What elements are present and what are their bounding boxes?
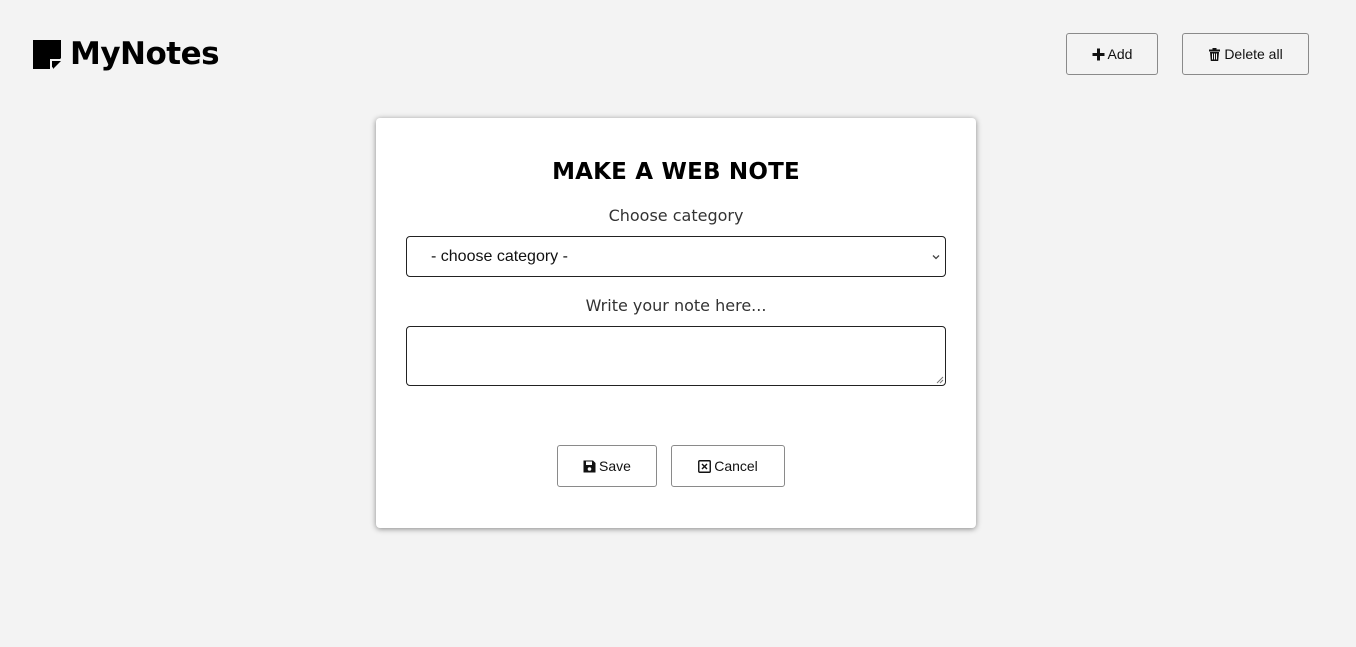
category-label: Choose category	[608, 206, 744, 225]
app-header: MyNotes Add Delete all	[0, 0, 1356, 100]
delete-all-button[interactable]: Delete all	[1182, 33, 1309, 75]
form-title: MAKE A WEB NOTE	[552, 159, 800, 185]
cancel-button[interactable]: Cancel	[671, 445, 785, 487]
chevron-down-icon	[932, 255, 940, 260]
note-textarea[interactable]	[406, 326, 946, 386]
add-button[interactable]: Add	[1066, 33, 1158, 75]
cancel-button-label: Cancel	[714, 458, 758, 474]
category-select-value: - choose category -	[431, 247, 568, 265]
trash-icon	[1209, 47, 1221, 61]
note-label: Write your note here...	[585, 296, 767, 315]
floppy-disk-icon	[583, 460, 596, 472]
category-select[interactable]: - choose category -	[406, 236, 946, 277]
note-form-card: MAKE A WEB NOTE Choose category - choose…	[376, 118, 976, 528]
resize-grip-icon[interactable]	[936, 376, 944, 384]
delete-all-button-label: Delete all	[1224, 46, 1283, 62]
add-button-label: Add	[1107, 46, 1133, 62]
save-button[interactable]: Save	[557, 445, 657, 487]
save-button-label: Save	[599, 458, 631, 474]
app-title: MyNotes	[70, 36, 220, 72]
close-box-icon	[698, 459, 712, 473]
brand: MyNotes	[33, 36, 220, 72]
plus-icon	[1092, 48, 1105, 60]
sticky-note-icon	[33, 39, 61, 69]
